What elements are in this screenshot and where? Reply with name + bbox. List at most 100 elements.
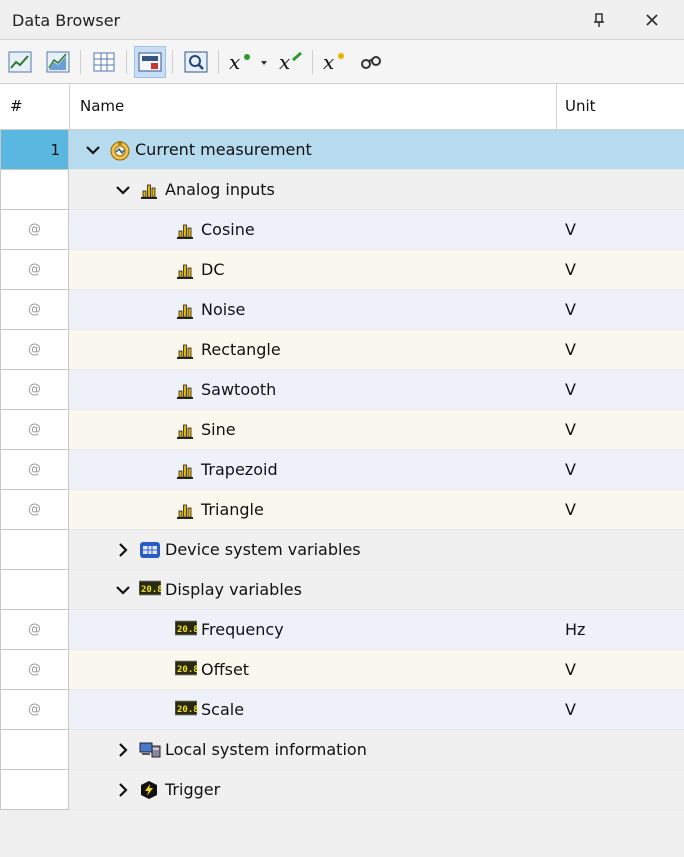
item-label: Sawtooth — [201, 380, 277, 399]
tree-row[interactable]: @ Trapezoid V — [0, 450, 684, 490]
close-icon[interactable] — [638, 6, 666, 34]
chevron-right-icon[interactable] — [115, 542, 131, 558]
row-number[interactable]: @ — [0, 690, 69, 730]
chevron-down-icon[interactable] — [85, 142, 101, 158]
column-header-unit[interactable]: Unit — [565, 97, 596, 115]
analog-icon — [175, 460, 195, 480]
tree-row[interactable]: 1 Current measurement — [0, 130, 684, 170]
tree-row[interactable]: @ Noise V — [0, 290, 684, 330]
row-number[interactable]: @ — [0, 210, 69, 250]
svg-text:x: x — [229, 50, 240, 74]
row-number[interactable]: @ — [0, 410, 69, 450]
formula-dropdown-icon[interactable]: x — [226, 46, 272, 78]
row-number[interactable]: 1 — [0, 130, 69, 170]
tree-row[interactable]: Trigger — [0, 770, 684, 810]
name-cell: Triangle V — [69, 490, 684, 530]
tree-row[interactable]: @20.8 Frequency Hz — [0, 610, 684, 650]
row-number[interactable] — [0, 530, 69, 570]
item-label: Offset — [201, 660, 250, 679]
name-cell: Rectangle V — [69, 330, 684, 370]
name-cell: 20.8 Frequency Hz — [69, 610, 684, 650]
pin-icon[interactable] — [586, 6, 612, 34]
unit-cell: V — [565, 460, 576, 479]
tree-row[interactable]: Device system variables — [0, 530, 684, 570]
chevron-right-icon[interactable] — [115, 742, 131, 758]
item-label: Display variables — [165, 580, 302, 599]
unit-cell: V — [565, 300, 576, 319]
chart-area-icon[interactable] — [42, 46, 74, 78]
display-panel-icon[interactable] — [134, 46, 166, 78]
tree-row[interactable]: Analog inputs — [0, 170, 684, 210]
item-label: Noise — [201, 300, 246, 319]
chart-line-icon[interactable] — [4, 46, 36, 78]
tree-row[interactable]: 20.8 Display variables — [0, 570, 684, 610]
row-number[interactable]: @ — [0, 490, 69, 530]
formula-new-icon[interactable]: x — [320, 46, 352, 78]
name-cell: Trigger — [69, 770, 684, 810]
grid-header: # Name Unit — [0, 84, 684, 130]
tree-row[interactable]: @ Sawtooth V — [0, 370, 684, 410]
item-label: Local system information — [165, 740, 367, 759]
analog-icon — [139, 180, 159, 200]
binoculars-icon[interactable] — [356, 46, 388, 78]
tree-row[interactable]: @ Cosine V — [0, 210, 684, 250]
item-label: Rectangle — [201, 340, 281, 359]
item-label: Sine — [201, 420, 236, 439]
item-label: Triangle — [201, 500, 264, 519]
analog-icon — [175, 300, 195, 320]
name-cell: Current measurement — [69, 130, 684, 170]
name-cell: 20.8 Offset V — [69, 650, 684, 690]
tree-row[interactable]: @ Sine V — [0, 410, 684, 450]
tree-row[interactable]: @ Rectangle V — [0, 330, 684, 370]
svg-text:20.8: 20.8 — [177, 705, 197, 715]
display-var-icon: 20.8 — [174, 620, 199, 640]
tree-row[interactable]: Local system information — [0, 730, 684, 770]
unit-cell: V — [565, 220, 576, 239]
name-cell: Device system variables — [69, 530, 684, 570]
row-number[interactable]: @ — [0, 250, 69, 290]
tree-row[interactable]: @20.8 Scale V — [0, 690, 684, 730]
display-var-icon: 20.8 — [174, 700, 199, 720]
analog-icon — [175, 220, 195, 240]
measurement-icon — [109, 140, 130, 161]
item-label: Trapezoid — [201, 460, 278, 479]
svg-text:20.8: 20.8 — [141, 585, 161, 595]
chevron-down-icon[interactable] — [115, 582, 131, 598]
row-number[interactable]: @ — [0, 370, 69, 410]
column-header-name[interactable]: Name — [80, 97, 124, 115]
row-number[interactable] — [0, 170, 69, 210]
tree-row[interactable]: @ DC V — [0, 250, 684, 290]
row-number[interactable]: @ — [0, 290, 69, 330]
tree-row[interactable]: @20.8 Offset V — [0, 650, 684, 690]
name-cell: 20.8 Scale V — [69, 690, 684, 730]
computer-icon — [139, 740, 161, 760]
unit-cell: Hz — [565, 620, 586, 639]
analog-icon — [175, 420, 195, 440]
unit-cell: V — [565, 340, 576, 359]
svg-text:20.8: 20.8 — [177, 625, 197, 635]
row-number[interactable]: @ — [0, 450, 69, 490]
zoom-chart-icon[interactable] — [180, 46, 212, 78]
row-number[interactable]: @ — [0, 650, 69, 690]
chevron-down-icon[interactable] — [115, 182, 131, 198]
row-number[interactable] — [0, 730, 69, 770]
unit-cell: V — [565, 420, 576, 439]
name-cell: Trapezoid V — [69, 450, 684, 490]
item-label: Analog inputs — [165, 180, 275, 199]
row-number[interactable]: @ — [0, 610, 69, 650]
column-header-number[interactable]: # — [10, 97, 23, 115]
formula-edit-icon[interactable]: x — [276, 46, 308, 78]
item-label: Current measurement — [135, 140, 312, 159]
analog-icon — [175, 380, 195, 400]
row-number[interactable] — [0, 770, 69, 810]
item-label: Scale — [201, 700, 245, 719]
data-browser-panel: Data Browser x x x # Name Unit 1 Current… — [0, 0, 684, 857]
trigger-icon — [139, 780, 159, 800]
table-icon[interactable] — [88, 46, 120, 78]
name-cell: Cosine V — [69, 210, 684, 250]
row-number[interactable]: @ — [0, 330, 69, 370]
tree-row[interactable]: @ Triangle V — [0, 490, 684, 530]
row-number[interactable] — [0, 570, 69, 610]
unit-cell: V — [565, 260, 576, 279]
chevron-right-icon[interactable] — [115, 782, 131, 798]
